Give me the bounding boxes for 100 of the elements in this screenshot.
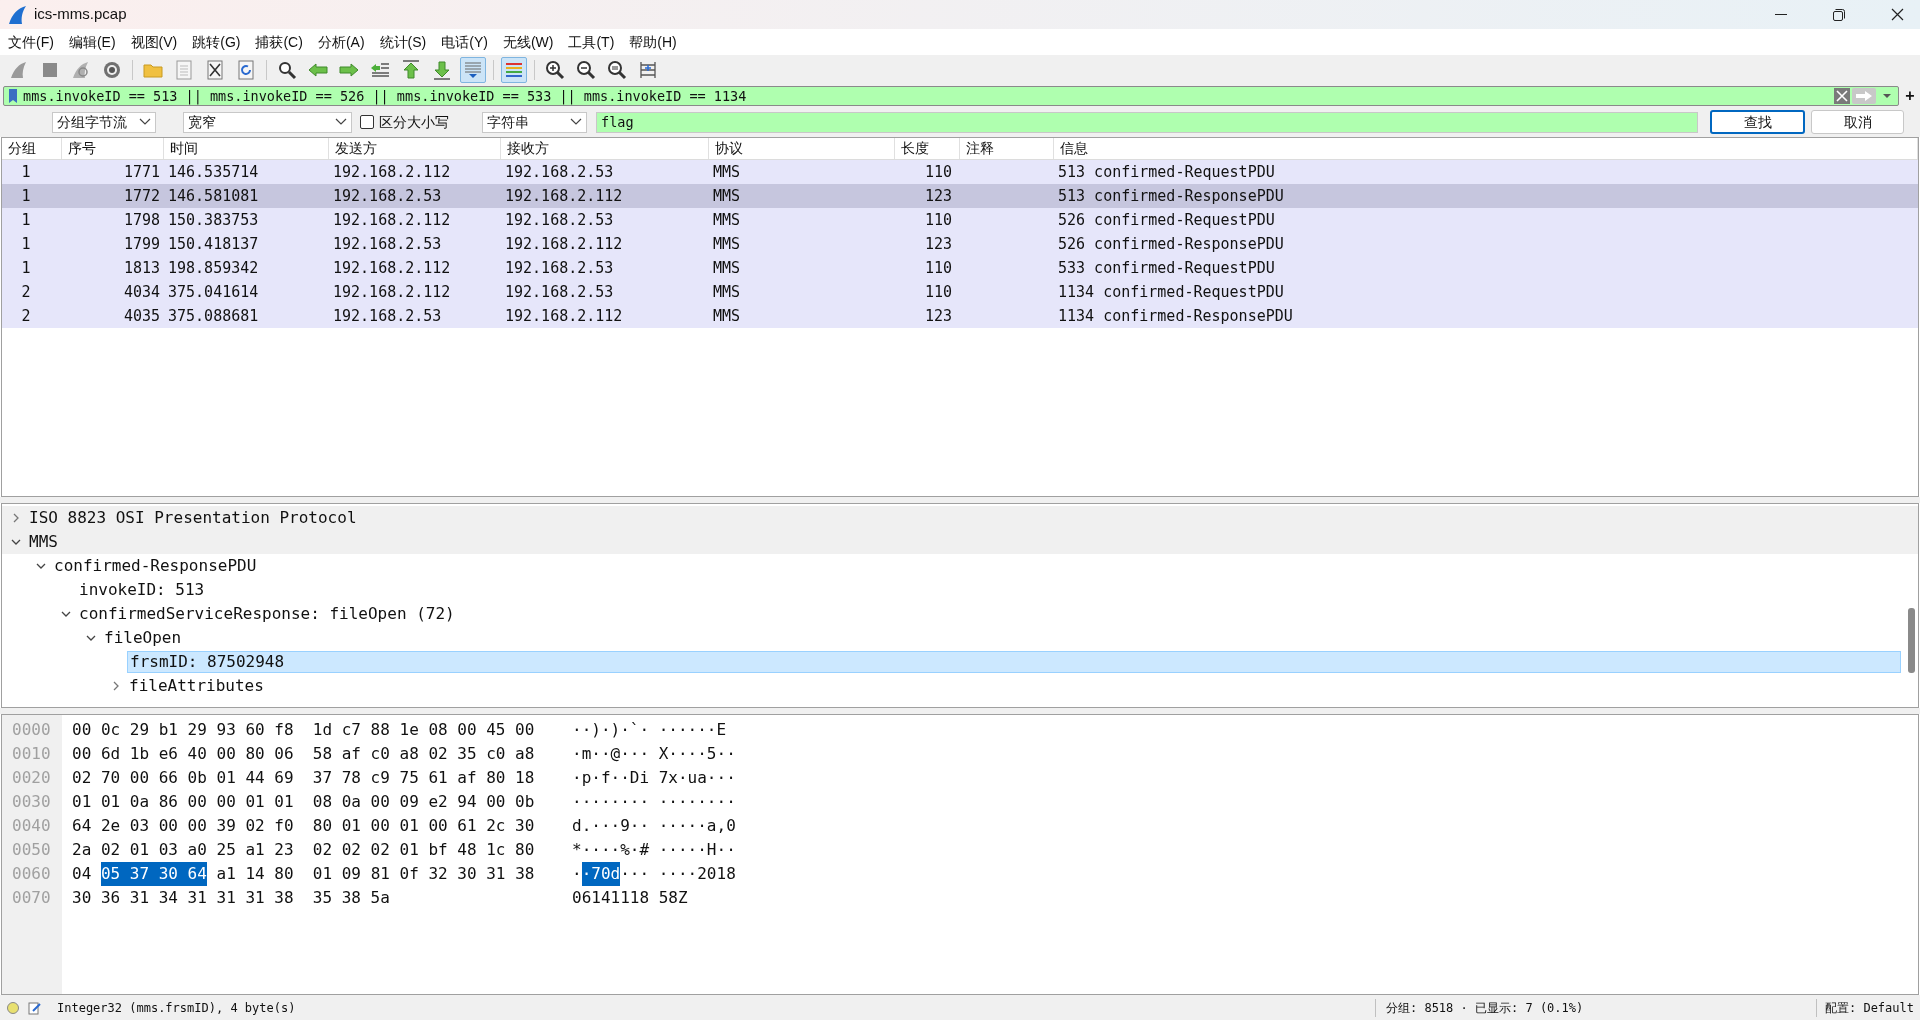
tree-item[interactable]: confirmedServiceResponse: fileOpen (72)	[77, 603, 457, 625]
column-header[interactable]: 长度	[895, 138, 960, 159]
table-cell-text: 198.859342	[167, 257, 260, 279]
scrollbar-thumb[interactable]	[1908, 608, 1915, 673]
window-title: ics-mms.pcap	[34, 4, 127, 25]
up-arrow-icon	[400, 59, 422, 81]
column-header[interactable]: 协议	[709, 138, 895, 159]
resize-columns-icon	[637, 59, 659, 81]
tree-item[interactable]: fileOpen	[102, 627, 184, 649]
tree-item[interactable]: invokeID: 513	[77, 579, 207, 601]
offset-text: 0020	[12, 767, 51, 789]
offset-text: 0040	[12, 815, 51, 837]
menu-item[interactable]: 工具(T)	[567, 31, 616, 53]
column-header[interactable]: 序号	[62, 138, 164, 159]
table-cell-text: 123	[923, 305, 953, 327]
menu-item[interactable]: 编辑(E)	[67, 31, 117, 53]
field-info-text: Integer32 (mms.frsmID), 4 byte(s)	[57, 999, 296, 1017]
reload-icon	[235, 59, 257, 81]
table-cell-text: MMS	[712, 233, 742, 255]
tree-item[interactable]: frsmID: 87502948	[127, 651, 1901, 673]
bookmark-icon[interactable]	[7, 88, 19, 104]
offset-text: 0010	[12, 743, 51, 765]
byte-text: 64 2e 03 00 00 39 02 f0 80 01 00 01 00 61 2c 30	[72, 815, 535, 837]
column-header[interactable]: 分组	[2, 138, 62, 159]
table-cell-text: 4034	[122, 281, 161, 303]
table-cell-text: 192.168.2.112	[332, 257, 452, 279]
menu-item[interactable]: 统计(S)	[378, 31, 428, 53]
packet-row[interactable]: 2 4034 375.041614 192.168.2.112 192.168.2.53 MMS 110 1134 confirmed-RequestPDU	[2, 280, 1918, 304]
tree-item[interactable]: ISO 8823 OSI Presentation Protocol	[27, 507, 359, 529]
byte-text: 06141118 58Z	[572, 887, 688, 909]
menu-item[interactable]: 跳转(G)	[191, 31, 242, 53]
table-cell-text: 1	[20, 209, 32, 231]
table-cell-text: 4035	[122, 305, 161, 327]
packet-row[interactable]: 1 1772 146.581081 192.168.2.53 192.168.2.112 MMS 123 513 confirmed-ResponsePDU	[2, 184, 1918, 208]
settings-icon	[101, 59, 123, 81]
column-header[interactable]: 信息	[1054, 138, 1918, 159]
menu-item[interactable]: 分析(A)	[316, 31, 366, 53]
shark-fin-icon	[6, 3, 28, 26]
table-cell-text: 150.383753	[167, 209, 260, 231]
table-cell-text: MMS	[712, 185, 742, 207]
menu-item[interactable]: 无线(W)	[501, 31, 555, 53]
packet-row[interactable]: 1 1799 150.418137 192.168.2.53 192.168.2.112 MMS 123 526 confirmed-ResponsePDU	[2, 232, 1918, 256]
table-cell-text: 192.168.2.53	[504, 209, 615, 231]
tree-item[interactable]: fileAttributes	[127, 675, 266, 697]
menu-item[interactable]: 帮助(H)	[628, 31, 678, 53]
packet-row[interactable]: 2 4035 375.088681 192.168.2.53 192.168.2.112 MMS 123 1134 confirmed-ResponsePDU	[2, 304, 1918, 328]
clear-icon[interactable]	[1834, 88, 1850, 104]
selected-bytes: ·70d	[581, 862, 621, 886]
tree-item[interactable]: confirmed-ResponsePDU	[52, 555, 259, 577]
menu-item[interactable]: 电话(Y)	[440, 31, 489, 53]
find-button[interactable]: 查找	[1710, 110, 1805, 134]
byte-text: 00 6d 1b e6 40 00 80 06 58 af c0 a8 02 35 c0 a8	[72, 743, 535, 765]
table-cell-text: 192.168.2.112	[504, 233, 624, 255]
menu-item[interactable]: 捕获(C)	[254, 31, 304, 53]
zoom-in-icon	[544, 59, 566, 81]
table-cell-text: 1798	[122, 209, 161, 231]
table-cell-text: 150.418137	[167, 233, 260, 255]
packet-row[interactable]: 1 1813 198.859342 192.168.2.112 192.168.2.53 MMS 110 533 confirmed-RequestPDU	[2, 256, 1918, 280]
menu-item[interactable]: 视图(V)	[129, 31, 179, 53]
table-cell-text: 2	[20, 281, 32, 303]
search-in-dropdown[interactable]: 分组字节流	[52, 111, 156, 133]
column-header[interactable]: 注释	[960, 138, 1054, 159]
table-cell-text: 192.168.2.53	[332, 305, 443, 327]
byte-text: a1 14 80 01 09 81 0f 32 30 31 38	[215, 863, 535, 885]
table-cell-text: 123	[923, 233, 953, 255]
add-filter-button[interactable]: +	[1903, 88, 1917, 104]
table-cell-text: 192.168.2.112	[504, 305, 624, 327]
packet-row[interactable]: 1 1798 150.383753 192.168.2.112 192.168.2.53 MMS 110 526 confirmed-RequestPDU	[2, 208, 1918, 232]
table-cell-text: 1772	[122, 185, 161, 207]
status-dot-icon[interactable]	[6, 1000, 20, 1015]
table-cell-text: 1771	[122, 161, 161, 183]
column-header[interactable]: 时间	[164, 138, 329, 159]
display-filter-field[interactable]: mms.invokeID == 513 || mms.invokeID == 526 || mms.invokeID == 533 || mms.invokeID == 1134	[3, 86, 1899, 106]
character-width-dropdown[interactable]: 宽窄	[183, 111, 352, 133]
table-cell-text: 110	[923, 257, 953, 279]
table-cell-text: MMS	[712, 305, 742, 327]
column-header[interactable]: 发送方	[329, 138, 501, 159]
menu-item[interactable]: 文件(F)	[7, 31, 55, 53]
table-cell-text: MMS	[712, 209, 742, 231]
table-cell-text: 192.168.2.112	[332, 161, 452, 183]
table-cell-text: 526 confirmed-RequestPDU	[1057, 209, 1276, 231]
column-header[interactable]: 接收方	[501, 138, 709, 159]
table-cell-text: 192.168.2.53	[332, 233, 443, 255]
table-cell-text: 146.581081	[167, 185, 260, 207]
offset-text: 0070	[12, 887, 51, 909]
cancel-button[interactable]: 取消	[1811, 110, 1904, 134]
byte-text: *····%·# ·····H··	[572, 839, 736, 861]
table-cell-text: MMS	[712, 161, 742, 183]
table-cell-text: 192.168.2.53	[504, 257, 615, 279]
case-sensitive-checkbox[interactable]	[360, 115, 374, 129]
table-cell-text: 110	[923, 161, 953, 183]
table-cell-text: 1	[20, 257, 32, 279]
edit-icon[interactable]	[28, 1000, 42, 1015]
search-type-dropdown[interactable]: 字符串	[482, 111, 587, 133]
table-cell-text: 513 confirmed-RequestPDU	[1057, 161, 1276, 183]
tree-item[interactable]: MMS	[27, 531, 60, 553]
search-field[interactable]: flag	[596, 111, 1698, 133]
packet-row[interactable]: 1 1771 146.535714 192.168.2.112 192.168.2.53 MMS 110 513 confirmed-RequestPDU	[2, 160, 1918, 184]
table-cell-text: 192.168.2.112	[504, 185, 624, 207]
profile-text[interactable]: 配置: Default	[1824, 998, 1914, 1017]
